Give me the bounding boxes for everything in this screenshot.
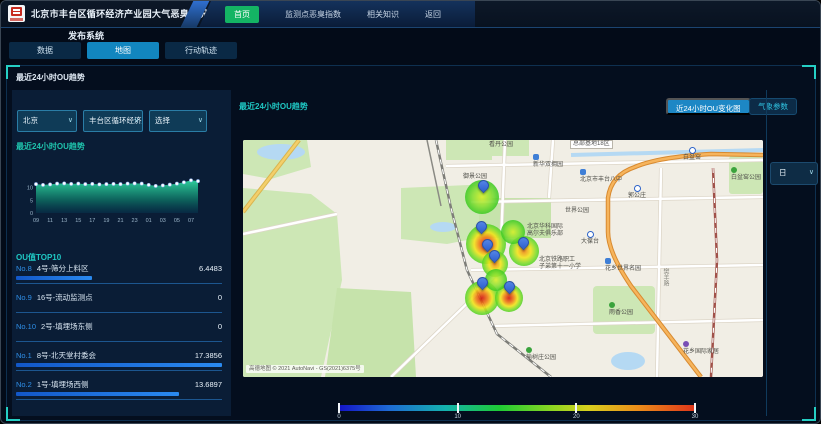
ou-change-chart-button[interactable]: 近24小时OU变化图 xyxy=(666,98,751,115)
period-select-value: 日 xyxy=(779,163,787,183)
bar-fill xyxy=(16,276,92,280)
svg-text:10: 10 xyxy=(27,186,33,192)
scale-tick xyxy=(457,403,459,413)
svg-text:03: 03 xyxy=(160,218,166,224)
svg-text:0: 0 xyxy=(30,211,33,217)
rank-label: No.2 xyxy=(16,380,32,389)
svg-text:11: 11 xyxy=(47,218,53,224)
publish-system-label: 发布系统 xyxy=(68,29,104,42)
row-text: No.10 2号-填埋场东侧 0 xyxy=(16,322,222,331)
row-text: No.1 8号-北天堂村委会 17.3856 xyxy=(16,351,222,360)
top-list-item[interactable]: No.9 16号-流动监测点 0 xyxy=(16,291,222,320)
header-bar: 北京市丰台区循环经济产业园大气恶臭状况实时 首页监测点恶臭指数相关知识返回 xyxy=(1,1,821,28)
svg-text:15: 15 xyxy=(75,218,81,224)
publish-tab-1[interactable]: 地图 xyxy=(87,42,159,59)
bar-track xyxy=(16,312,222,313)
ou-trend-chart: 0510091113151719212301030507 xyxy=(24,170,208,226)
chevron-down-icon: ∨ xyxy=(809,163,814,183)
svg-text:07: 07 xyxy=(188,218,194,224)
site-name: 4号-筛分上料区 xyxy=(37,264,89,273)
rank-label: No.10 xyxy=(16,322,36,331)
map[interactable]: 看丹公园总部基地18区新华双拥园御景公园北京市丰台八中郭公庄白盆窑白盆窑公园世界… xyxy=(243,140,763,377)
weather-params-button[interactable]: 气象参数 xyxy=(749,98,797,115)
top-list-item[interactable]: No.2 1号-填埋场西侧 13.6897 xyxy=(16,378,222,407)
publish-tab-2[interactable]: 行动轨迹 xyxy=(165,42,237,59)
filter-select-1[interactable]: 丰台区循环经济产∨ xyxy=(83,110,143,132)
scale-tick xyxy=(575,403,577,413)
map-attribution: 高德地图 © 2021 AutoNavi - GS(2021)6375号 xyxy=(246,365,364,373)
publish-tabs: 数据地图行动轨迹 xyxy=(9,42,237,59)
row-text: No.8 4号-筛分上料区 6.4483 xyxy=(16,264,222,273)
nav-item-0[interactable]: 首页 xyxy=(225,6,259,23)
heat-scale-gradient xyxy=(339,405,695,411)
top-list-item[interactable]: No.8 4号-筛分上料区 6.4483 xyxy=(16,262,222,291)
ou-value: 0 xyxy=(218,293,222,302)
map-heat-layer xyxy=(243,140,763,377)
svg-text:21: 21 xyxy=(117,218,123,224)
scale-tick xyxy=(338,403,340,413)
corner-bracket xyxy=(802,65,816,79)
scale-label: 20 xyxy=(571,414,581,420)
filter-select-2[interactable]: 选择 ∨ xyxy=(149,110,207,132)
svg-text:23: 23 xyxy=(132,218,138,224)
sidebar-card: 北京∨丰台区循环经济产∨选择∨ 最近24小时OU趋势 0510091113151… xyxy=(12,90,231,416)
svg-text:17: 17 xyxy=(89,218,95,224)
row-text: No.9 16号-流动监测点 0 xyxy=(16,293,222,302)
nav-item-2[interactable]: 相关知识 xyxy=(367,9,399,20)
select-value: 选择 xyxy=(155,111,170,131)
site-name: 1号-填埋场西侧 xyxy=(37,380,89,389)
site-name: 2号-填埋场东侧 xyxy=(41,322,93,331)
svg-text:05: 05 xyxy=(174,218,180,224)
ou-value: 6.4483 xyxy=(199,264,222,273)
app-window: 北京市丰台区循环经济产业园大气恶臭状况实时 首页监测点恶臭指数相关知识返回 发布… xyxy=(0,0,821,424)
bar-track xyxy=(16,370,222,371)
heat-scale-legend: 0102030 xyxy=(339,403,695,421)
bar-fill xyxy=(16,363,222,367)
bar-fill xyxy=(16,392,179,396)
top-nav: 首页 监测点恶臭指数 相关知识 返回 xyxy=(225,1,441,27)
scale-tick xyxy=(694,403,696,413)
rank-label: No.8 xyxy=(16,264,32,273)
ou-top-list: No.84号-筛分上料区6.4483No.916号-流动监测点0No.102号-… xyxy=(16,262,222,407)
publish-tab-0[interactable]: 数据 xyxy=(9,42,81,59)
nav-item-1[interactable]: 监测点恶臭指数 xyxy=(285,9,341,20)
panel-title: 最近24小时OU趋势 xyxy=(16,72,85,83)
vertical-divider xyxy=(766,90,767,416)
nav-item-3[interactable]: 返回 xyxy=(425,9,441,20)
trend-panel: 最近24小时OU趋势 北京∨丰台区循环经济产∨选择∨ 最近24小时OU趋势 05… xyxy=(6,65,816,421)
filter-select-row: 北京∨丰台区循环经济产∨选择∨ xyxy=(17,110,207,132)
top-list-item[interactable]: No.10 2号-填埋场东侧 0 xyxy=(16,320,222,349)
svg-text:09: 09 xyxy=(33,218,39,224)
ou-value: 0 xyxy=(218,322,222,331)
map-section-title: 最近24小时OU趋势 xyxy=(239,101,308,112)
rank-label: No.1 xyxy=(16,351,32,360)
sidebar-chart-title: 最近24小时OU趋势 xyxy=(16,141,85,152)
site-name: 8号-北天堂村委会 xyxy=(37,351,96,360)
chevron-down-icon: ∨ xyxy=(68,111,73,130)
select-value: 北京 xyxy=(23,111,38,131)
svg-text:01: 01 xyxy=(146,218,152,224)
chevron-down-icon: ∨ xyxy=(134,111,139,130)
bar-track xyxy=(16,399,222,400)
period-select[interactable]: 日 ∨ xyxy=(770,162,818,185)
row-text: No.2 1号-填埋场西侧 13.6897 xyxy=(16,380,222,389)
svg-text:13: 13 xyxy=(61,218,67,224)
scale-label: 0 xyxy=(334,414,344,420)
scale-label: 30 xyxy=(690,414,700,420)
top-list-item[interactable]: No.1 8号-北天堂村委会 17.3856 xyxy=(16,349,222,378)
bar-track xyxy=(16,283,222,284)
site-name: 16号-流动监测点 xyxy=(37,293,93,302)
svg-text:19: 19 xyxy=(103,218,109,224)
bar-track xyxy=(16,341,222,342)
ou-value: 17.3856 xyxy=(195,351,222,360)
svg-text:5: 5 xyxy=(30,198,33,204)
scale-label: 10 xyxy=(453,414,463,420)
corner-bracket xyxy=(802,407,816,421)
filter-select-0[interactable]: 北京 ∨ xyxy=(17,110,77,132)
chevron-down-icon: ∨ xyxy=(198,111,203,130)
app-logo xyxy=(8,5,25,22)
rank-label: No.9 xyxy=(16,293,32,302)
ou-value: 13.6897 xyxy=(195,380,222,389)
